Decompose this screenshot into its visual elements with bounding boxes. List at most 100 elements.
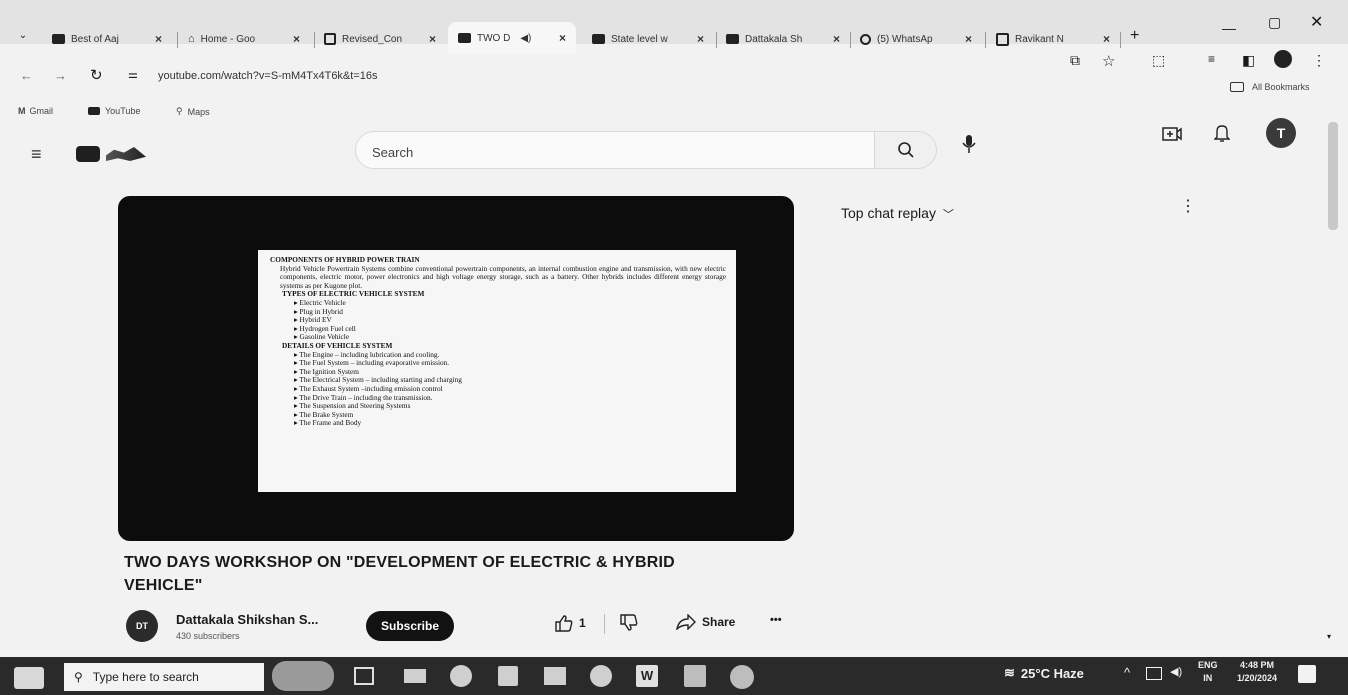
bookmark-maps[interactable]: ⚲ Maps [176, 106, 210, 117]
create-icon [1162, 127, 1182, 141]
more-actions-button[interactable]: ••• [770, 614, 782, 626]
chrome-taskbar-icon[interactable] [590, 665, 612, 687]
network-icon[interactable] [1146, 667, 1162, 680]
scroll-down-arrow[interactable]: ▾ [1327, 632, 1331, 641]
minimize-button[interactable]: — [1222, 20, 1236, 36]
close-icon[interactable]: × [149, 32, 162, 46]
reload-button[interactable]: ↻ [90, 66, 103, 84]
close-icon[interactable]: × [553, 31, 566, 45]
task-view-icon[interactable] [354, 667, 374, 685]
notifications-button[interactable] [1213, 124, 1231, 147]
restore-button[interactable]: ▢ [1268, 14, 1281, 31]
slide-list-item: ▸ The Frame and Body [294, 418, 362, 428]
cast-icon[interactable]: ⧉ [1070, 52, 1080, 69]
store-icon[interactable] [498, 666, 518, 686]
share-button[interactable]: Share [676, 614, 735, 630]
bookmark-label: Gmail [29, 106, 54, 116]
account-avatar[interactable]: T [1266, 118, 1296, 148]
like-count: 1 [579, 616, 586, 630]
new-tab-button[interactable]: + [1130, 27, 1139, 45]
bookmark-gmail[interactable]: M Gmail [18, 106, 53, 116]
like-button[interactable]: 1 [555, 614, 586, 632]
tab-separator [1120, 32, 1121, 48]
tab-6[interactable]: Dattakala Sh × [726, 26, 840, 52]
address-bar[interactable]: youtube.com/watch?v=S-mM4Tx4T6k&t=16s [158, 70, 377, 82]
create-video-button[interactable] [1162, 126, 1182, 147]
weather-text: 25°C Haze [1020, 665, 1084, 681]
forward-button[interactable]: → [54, 68, 67, 83]
tab-search-dropdown[interactable]: ⌄ [14, 30, 32, 48]
close-window-button[interactable]: ✕ [1310, 12, 1323, 32]
cortana-icon[interactable] [272, 661, 334, 691]
share-arrow-icon [676, 614, 696, 630]
app-icon[interactable] [730, 665, 754, 689]
mail-icon[interactable] [404, 669, 426, 683]
site-info-icon[interactable]: ⚌ [128, 68, 138, 81]
page-scrollbar-thumb[interactable] [1328, 122, 1338, 230]
close-icon[interactable]: × [827, 32, 840, 46]
tab-7[interactable]: (5) WhatsAp × [860, 26, 972, 52]
youtube-logo[interactable] [76, 146, 146, 162]
bell-icon [1213, 125, 1231, 142]
close-icon[interactable]: × [287, 32, 300, 46]
notification-center-icon[interactable] [1298, 665, 1316, 683]
chat-more-options-icon[interactable]: ⋮ [1180, 196, 1196, 216]
voice-search-button[interactable] [962, 134, 976, 159]
subscribe-button[interactable]: Subscribe [366, 611, 454, 641]
word-icon[interactable]: W [636, 665, 658, 687]
close-icon[interactable]: × [691, 32, 704, 46]
clock-date: 1/20/2024 [1236, 673, 1278, 683]
chat-replay-dropdown[interactable]: Top chat replay ﹀ [841, 205, 954, 222]
whatsapp-favicon-icon [860, 33, 871, 45]
tab-1[interactable]: Best of Aaj × [52, 26, 162, 52]
language-indicator[interactable]: ENG IN [1198, 659, 1218, 685]
video-title-line: TWO DAYS WORKSHOP ON "DEVELOPMENT OF ELE… [124, 554, 675, 571]
taskbar-search[interactable]: ⚲ Type here to search [64, 663, 264, 691]
search-input[interactable]: Search [355, 131, 875, 169]
file-explorer-icon[interactable] [544, 667, 566, 685]
tab-label: Home - Goo [200, 33, 256, 45]
home-favicon-icon: ⌂ [188, 33, 195, 45]
side-panel-icon[interactable]: ◧ [1242, 52, 1255, 69]
hamburger-menu-icon[interactable]: ≡ [31, 144, 42, 165]
tab-5[interactable]: State level w × [592, 26, 704, 52]
tab-label: Best of Aaj [71, 33, 119, 45]
extensions-icon[interactable]: ⬚ [1152, 52, 1165, 69]
channel-avatar[interactable]: DT [126, 610, 158, 642]
bookmark-star-icon[interactable]: ☆ [1102, 52, 1115, 70]
start-button[interactable] [14, 667, 44, 689]
tab-separator [985, 32, 986, 48]
profile-icon[interactable] [1274, 50, 1292, 68]
close-icon[interactable]: × [423, 32, 436, 46]
weather-widget[interactable]: ≋ 25°C Haze [1004, 665, 1084, 681]
tab-4-active[interactable]: TWO D ◀) × [448, 22, 576, 54]
tab-3[interactable]: Revised_Con × [324, 26, 436, 52]
dislike-button[interactable] [620, 614, 638, 637]
edge-icon[interactable] [450, 665, 472, 687]
search-button[interactable] [875, 131, 937, 169]
linkedin-favicon-icon [996, 32, 1009, 46]
chevron-down-icon: ﹀ [942, 209, 954, 221]
back-button[interactable]: ← [20, 68, 33, 83]
speaker-icon[interactable]: ◀) [520, 33, 531, 44]
tab-label: TWO D [477, 32, 511, 44]
channel-name[interactable]: Dattakala Shikshan S... [176, 612, 318, 627]
doc-favicon-icon [324, 33, 336, 45]
show-hidden-icons-chevron-icon[interactable]: ^ [1124, 665, 1130, 680]
reading-list-icon[interactable]: ≡ [1208, 52, 1215, 66]
youtube-doodle-icon [106, 147, 146, 161]
bookmark-youtube[interactable]: YouTube [88, 106, 140, 116]
clock[interactable]: 4:48 PM 1/20/2024 [1228, 659, 1286, 685]
close-icon[interactable]: × [1097, 32, 1110, 46]
thumbs-down-icon [620, 614, 638, 631]
tab-8[interactable]: Ravikant N × [996, 26, 1110, 52]
video-title: TWO DAYS WORKSHOP ON "DEVELOPMENT OF ELE… [124, 551, 764, 597]
tab-2[interactable]: ⌂ Home - Goo × [188, 26, 300, 52]
close-icon[interactable]: × [959, 32, 972, 46]
photos-icon[interactable] [684, 665, 706, 687]
chrome-menu-icon[interactable]: ⋮ [1312, 52, 1326, 69]
youtube-favicon-icon [52, 34, 65, 44]
volume-icon[interactable]: ◀) [1170, 665, 1182, 678]
all-bookmarks-link[interactable]: All Bookmarks [1252, 82, 1310, 92]
youtube-favicon-icon [592, 34, 605, 44]
